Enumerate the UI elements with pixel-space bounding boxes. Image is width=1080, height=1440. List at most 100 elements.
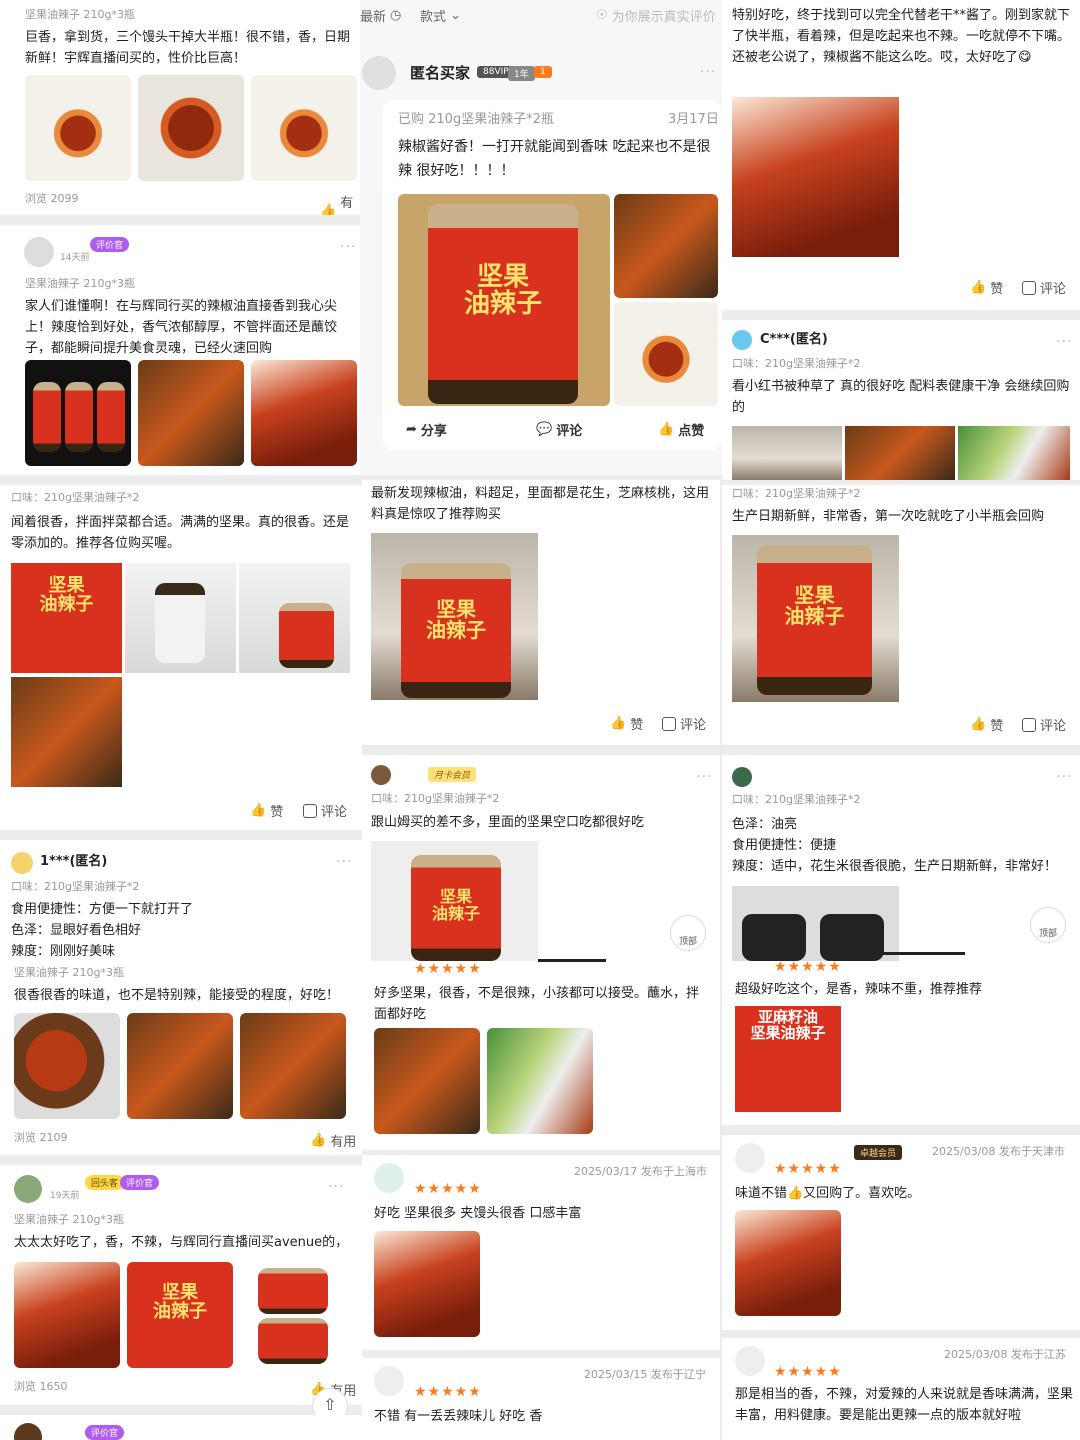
- more-options-icon[interactable]: ···: [696, 769, 712, 785]
- review-photo[interactable]: [240, 1013, 346, 1119]
- jar-image: [258, 1318, 328, 1364]
- comment-button[interactable]: 评论: [662, 714, 706, 733]
- reviewer-badge: 回头客: [85, 1175, 125, 1190]
- jar-image: 坚果 油辣子: [401, 563, 511, 698]
- attribute-line: 辣度：刚刚好美味: [11, 944, 116, 959]
- jar-image: 坚果 油辣子: [411, 855, 501, 961]
- product-flavor: 口味：210g坚果油辣子*2: [11, 880, 140, 893]
- view-count: 浏览 2099: [25, 192, 79, 205]
- review-photo[interactable]: [25, 360, 131, 466]
- comment-button[interactable]: 评论: [1022, 278, 1066, 297]
- avatar[interactable]: [374, 1163, 404, 1193]
- avatar[interactable]: [732, 330, 752, 350]
- comment-button[interactable]: 评论: [1022, 715, 1066, 734]
- review-photo[interactable]: [14, 1262, 120, 1368]
- review-photo[interactable]: [958, 426, 1070, 480]
- review-date: 3月17日: [668, 112, 719, 127]
- more-options-icon[interactable]: ···: [328, 1179, 344, 1195]
- avatar[interactable]: [11, 852, 33, 874]
- more-options-icon[interactable]: ···: [336, 854, 352, 870]
- like-button[interactable]: 👍 赞: [970, 278, 1003, 297]
- review-time: 19天前: [50, 1191, 80, 1201]
- scroll-top-button[interactable]: 顶部: [670, 915, 706, 951]
- purchased-variant: 已购 210g坚果油辣子*2瓶: [398, 112, 554, 127]
- review-photo[interactable]: [732, 426, 842, 480]
- review-photo[interactable]: 坚果 油辣子: [732, 535, 899, 702]
- review-photo[interactable]: [735, 1210, 841, 1316]
- avatar[interactable]: [374, 1366, 404, 1396]
- review-photo[interactable]: [614, 194, 718, 298]
- jar-image: [65, 382, 93, 452]
- review-photo[interactable]: [125, 563, 236, 673]
- review-photo[interactable]: [614, 302, 718, 406]
- review-photo[interactable]: [14, 1013, 120, 1119]
- avatar[interactable]: [735, 1143, 765, 1173]
- review-photo[interactable]: [374, 1028, 480, 1134]
- review-text: 很香很香的味道，也不是特别辣，能接受的程度，好吃！: [14, 988, 340, 1003]
- attribute-line: 食用便捷性：便捷: [732, 838, 837, 853]
- review-photo[interactable]: [251, 75, 357, 181]
- avatar[interactable]: [14, 1423, 42, 1440]
- review-photo[interactable]: [240, 1262, 346, 1368]
- review-photo[interactable]: [845, 426, 955, 480]
- avatar[interactable]: [14, 1175, 42, 1203]
- useful-button[interactable]: 👍有用: [320, 192, 362, 215]
- reviewer-name: 1***(匿名): [40, 854, 108, 869]
- review-card-16: 2025/03/08 发布于江苏 ★★★★★ 那是相当的香，不辣，对爱辣的人来说…: [722, 1338, 1080, 1440]
- review-photo[interactable]: 坚果 油辣子: [11, 563, 122, 673]
- review-photo[interactable]: [487, 1028, 593, 1134]
- more-options-icon[interactable]: ···: [1056, 769, 1072, 785]
- review-text: 特别好吃，终于找到可以完全代替老干**酱了。刚到家就下了快半瓶，看着辣，但是吃起…: [732, 8, 1071, 65]
- divider-bar: [862, 952, 965, 955]
- review-photo[interactable]: [239, 563, 350, 673]
- review-photo[interactable]: [25, 75, 131, 181]
- scroll-top-button[interactable]: 顶部: [1030, 907, 1066, 943]
- avatar[interactable]: [24, 237, 54, 267]
- product-variant: 坚果油辣子 210g*3瓶: [25, 8, 135, 21]
- like-button[interactable]: 👍 赞: [970, 715, 1003, 734]
- review-text: 辣椒酱好香！一打开就能闻到香味 吃起来也不是很辣 很好吃！！！！: [398, 139, 711, 179]
- review-card-15: 卓越会员 2025/03/08 发布于天津市 ★★★★★ 味道不错👍又回购了。喜…: [722, 1135, 1080, 1330]
- more-options-icon[interactable]: ···: [700, 64, 716, 80]
- review-text: 家人们谁懂啊！在与辉同行买的辣椒油直接香到我心尖上！辣度恰到好处，香气浓郁醇厚，…: [25, 299, 338, 356]
- review-photo[interactable]: [127, 1013, 233, 1119]
- review-photo[interactable]: 坚果 油辣子: [127, 1262, 233, 1368]
- jar-image: 坚果 油辣子: [428, 204, 578, 404]
- attribute-line: 辣度：适中，花生米很香很脆，生产日期新鲜，非常好！: [732, 859, 1058, 874]
- review-photo[interactable]: 坚果 油辣子: [371, 533, 538, 700]
- comment-button[interactable]: 💬 评论: [536, 420, 582, 439]
- review-photo[interactable]: [11, 677, 122, 787]
- like-button[interactable]: 👍 赞: [610, 714, 643, 733]
- like-button[interactable]: 👍 赞: [250, 801, 283, 820]
- comment-button[interactable]: 评论: [303, 801, 347, 820]
- share-button[interactable]: ➦ 分享: [406, 420, 447, 439]
- review-photo[interactable]: [138, 360, 244, 466]
- avatar[interactable]: [362, 56, 396, 90]
- review-text: 好吃 坚果很多 夹馒头很香 口感丰富: [374, 1206, 582, 1221]
- review-text: 超级好吃这个，是香，辣味不重，推荐推荐: [735, 982, 983, 997]
- filter-style[interactable]: 款式 ⌄: [420, 6, 461, 25]
- avatar[interactable]: [732, 767, 752, 787]
- avatar[interactable]: [735, 1346, 765, 1376]
- useful-button[interactable]: 👍有用: [310, 1131, 356, 1150]
- avatar[interactable]: [371, 765, 391, 785]
- review-meta: 2025/03/15 发布于辽宁: [584, 1368, 706, 1381]
- product-flavor: 口味：210g坚果油辣子*2: [11, 491, 140, 504]
- filter-latest[interactable]: 最新 ◷: [360, 6, 401, 25]
- review-card-4: 1***(匿名) ··· 口味：210g坚果油辣子*2 食用便捷性：方便一下就打…: [0, 840, 362, 1155]
- like-button[interactable]: 👍 点赞: [658, 420, 704, 439]
- review-time: 14天前: [60, 253, 90, 263]
- review-photo[interactable]: [732, 886, 899, 961]
- review-photo[interactable]: [732, 97, 899, 257]
- review-photo[interactable]: [138, 75, 244, 181]
- more-options-icon[interactable]: ···: [340, 239, 356, 255]
- more-options-icon[interactable]: ···: [1056, 334, 1072, 350]
- real-review-notice: ☉ 为你展示真实评价: [596, 8, 716, 25]
- review-photo[interactable]: 亚麻籽油 坚果油辣子: [735, 1006, 841, 1112]
- review-photo[interactable]: 坚果 油辣子: [371, 841, 538, 961]
- review-photo[interactable]: [374, 1231, 480, 1337]
- rating-stars: ★★★★★: [414, 1181, 482, 1197]
- comment-icon: [662, 716, 676, 731]
- review-photo[interactable]: [251, 360, 357, 466]
- review-photo[interactable]: 坚果 油辣子: [398, 194, 610, 406]
